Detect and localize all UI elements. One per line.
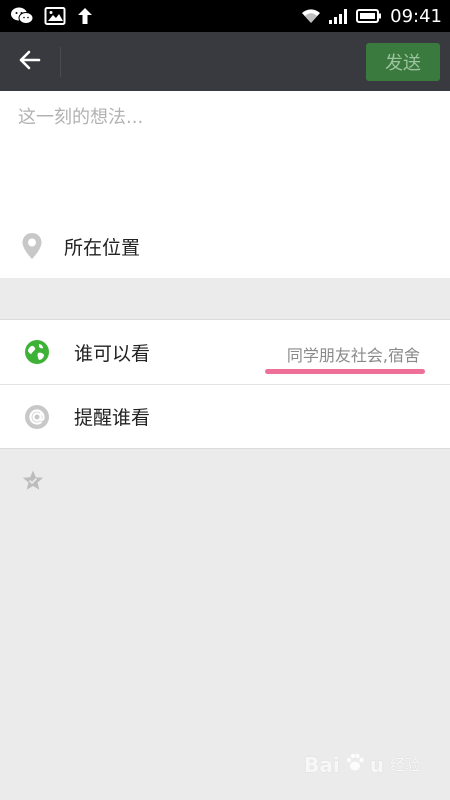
location-row[interactable]: 所在位置 <box>0 221 450 271</box>
watermark-brand-end: u <box>369 752 384 777</box>
upload-arrow-icon <box>76 6 94 26</box>
baidu-watermark: Bai u 经验 <box>304 751 420 778</box>
remind-who-row[interactable]: 提醒谁看 <box>0 384 450 448</box>
highlight-underline <box>265 369 425 374</box>
star-icon <box>21 469 45 497</box>
location-label: 所在位置 <box>64 236 141 259</box>
options-list: 谁可以看 同学朋友社会,宿舍 提醒谁看 <box>0 319 450 449</box>
status-bar: 09:41 <box>0 0 450 32</box>
globe-icon <box>0 339 74 365</box>
watermark-sub: 经验 <box>389 756 420 774</box>
at-icon <box>0 404 74 430</box>
app-bar: 发送 <box>0 32 450 91</box>
image-icon <box>44 6 66 26</box>
watermark-brand: Bai <box>304 752 340 777</box>
paw-icon <box>344 751 366 778</box>
compose-panel: 所在位置 <box>0 91 450 278</box>
wifi-icon <box>300 7 322 25</box>
who-can-see-label: 谁可以看 <box>74 342 151 365</box>
location-pin-icon <box>0 232 64 260</box>
star-button[interactable] <box>20 470 46 496</box>
moment-text-input[interactable] <box>18 103 428 203</box>
battery-icon <box>356 8 382 24</box>
back-arrow-icon <box>18 49 42 75</box>
status-left-icons <box>10 6 94 26</box>
signal-icon <box>328 7 350 25</box>
status-right-icons: 09:41 <box>300 6 442 27</box>
send-button[interactable]: 发送 <box>366 43 440 81</box>
wechat-icon <box>10 6 34 26</box>
remind-who-label: 提醒谁看 <box>74 407 151 429</box>
status-time: 09:41 <box>390 5 442 27</box>
back-button[interactable] <box>0 32 60 91</box>
visibility-value: 同学朋友社会,宿舍 <box>286 346 420 365</box>
who-can-see-row[interactable]: 谁可以看 同学朋友社会,宿舍 <box>0 320 450 384</box>
app-bar-divider <box>60 46 61 77</box>
